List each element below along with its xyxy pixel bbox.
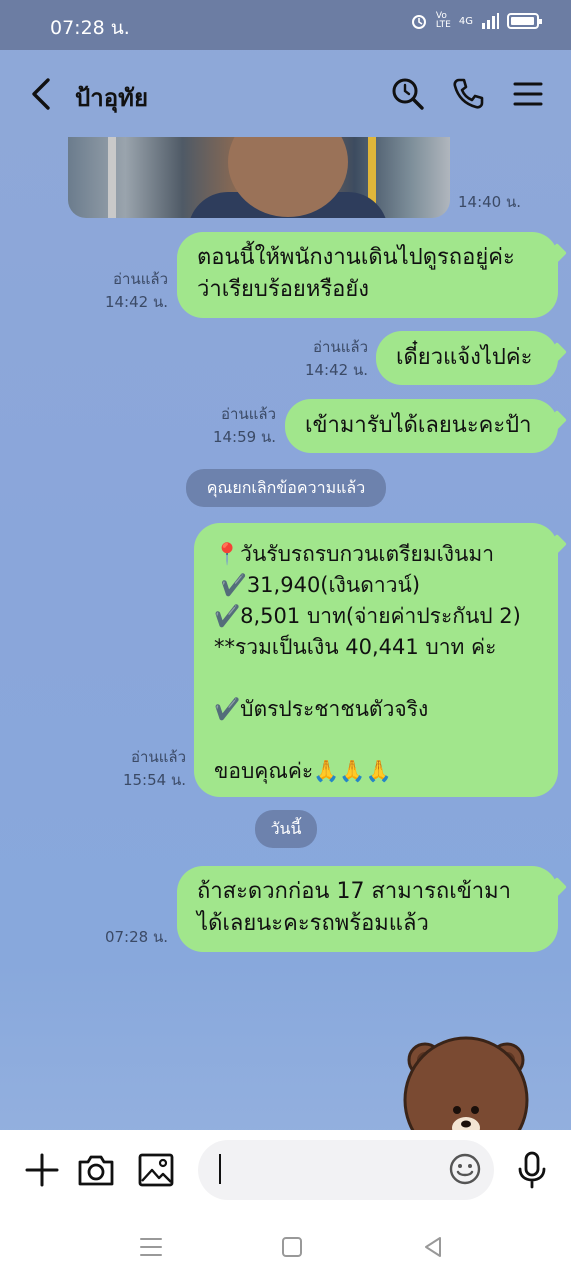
message-bubble[interactable]: ตอนนี้ให้พนักงานเดินไปดูรถอยู่ค่ะ ว่าเรี…: [177, 232, 558, 318]
system-navigation-bar: [0, 1220, 571, 1280]
message-text-line: ขอบคุณค่ะ🙏🙏🙏: [214, 759, 392, 783]
message-time: 14:42 น.: [304, 361, 368, 379]
alarm-icon: [411, 15, 426, 29]
recent-apps-icon[interactable]: [136, 1232, 166, 1262]
photo-detail: [108, 137, 116, 218]
message-text-line: เดี๋ยวแจ้งไปค่ะ: [396, 345, 533, 370]
home-icon[interactable]: [277, 1232, 307, 1262]
message-text-line: ✔️บัตรประชาชนตัวจริง: [214, 697, 429, 721]
message-bubble[interactable]: ถ้าสะดวกก่อน 17 สามารถเข้ามา ได้เลยนะคะร…: [177, 866, 558, 952]
date-separator: วันนี้: [255, 810, 317, 848]
message-bubble[interactable]: 📍วันรับรถรบกวนเตรียมเงินมา ✔️31,940(เงิน…: [194, 523, 558, 797]
microphone-icon[interactable]: [512, 1150, 552, 1190]
message-text-line: ตอนนี้ให้พนักงานเดินไปดูรถอยู่ค่ะ: [197, 245, 515, 270]
message-text-line: [214, 725, 544, 756]
message-text-line: ได้เลยนะคะรถพร้อมแล้ว: [197, 911, 429, 936]
text-cursor: [219, 1154, 221, 1184]
status-bar: 07:28 น. Vo LTE 4G: [0, 0, 571, 50]
read-receipt: อ่านแล้ว: [313, 338, 368, 356]
battery-icon: [507, 13, 542, 29]
message-input-bar: [0, 1130, 571, 1220]
volte-icon: Vo LTE: [435, 11, 451, 30]
signal-icon: [482, 13, 499, 29]
chat-title[interactable]: ป้าอุทัย: [75, 78, 148, 117]
plus-icon[interactable]: [22, 1150, 62, 1190]
image-icon[interactable]: [136, 1150, 176, 1190]
message-text-line: **รวมเป็นเงิน 40,441 บาท ค่ะ: [214, 635, 497, 659]
message-bubble[interactable]: เข้ามารับได้เลยนะคะป้า: [285, 399, 558, 453]
search-icon[interactable]: [390, 76, 426, 112]
message-text-line: ว่าเรียบร้อยหรือยัง: [197, 277, 369, 302]
photo-message[interactable]: [68, 137, 450, 218]
message-time: 15:54 น.: [122, 771, 186, 789]
emoji-icon[interactable]: [448, 1152, 482, 1186]
message-time: 14:42 น.: [104, 293, 168, 311]
read-receipt: อ่านแล้ว: [131, 748, 186, 766]
message-text-line: ถ้าสะดวกก่อน 17 สามารถเข้ามา: [197, 879, 511, 904]
back-icon[interactable]: [418, 1232, 448, 1262]
camera-icon[interactable]: [76, 1150, 116, 1190]
system-message: คุณยกเลิกข้อความแล้ว: [186, 469, 386, 507]
message-text-line: เข้ามารับได้เลยนะคะป้า: [305, 413, 532, 438]
phone-call-icon[interactable]: [450, 76, 486, 112]
status-icons: Vo LTE 4G: [410, 11, 542, 30]
message-text-line: 📍วันรับรถรบกวนเตรียมเงินมา: [214, 542, 495, 566]
status-time: 07:28 น.: [50, 17, 130, 39]
message-time: 07:28 น.: [104, 928, 168, 946]
message-text-line: [214, 663, 544, 694]
bear-sticker[interactable]: [403, 1028, 529, 1138]
network-type: 4G: [458, 15, 473, 27]
message-text-line: ✔️8,501 บาท(จ่ายค่าประกันป 2): [214, 604, 521, 628]
message-time: 14:40 น.: [458, 193, 522, 211]
read-receipt: อ่านแล้ว: [221, 405, 276, 423]
message-time: 14:59 น.: [212, 428, 276, 446]
chat-header: ป้าอุทัย: [0, 50, 571, 138]
read-receipt: อ่านแล้ว: [113, 270, 168, 288]
message-bubble[interactable]: เดี๋ยวแจ้งไปค่ะ: [376, 331, 558, 385]
menu-icon[interactable]: [510, 76, 546, 112]
back-arrow-icon[interactable]: [28, 76, 56, 112]
message-text-line: ✔️31,940(เงินดาวน์): [214, 573, 421, 597]
